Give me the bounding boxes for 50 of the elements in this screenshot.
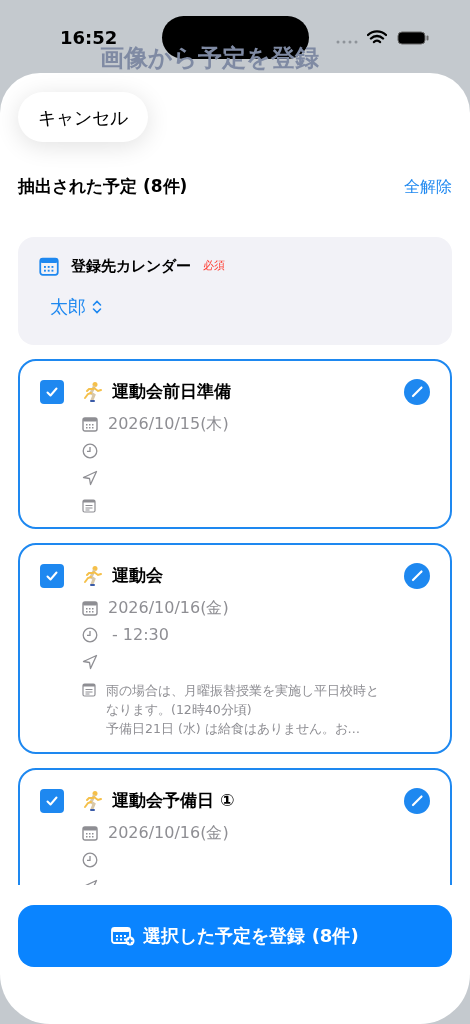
checkmark-icon	[45, 793, 59, 808]
status-time: 16:52	[60, 26, 118, 48]
event-date: 2026/10/16(金)	[108, 599, 229, 616]
clock-icon	[82, 442, 98, 459]
checkmark-icon	[45, 568, 59, 583]
chevron-up-down-icon	[92, 299, 102, 314]
calendar-icon	[82, 599, 98, 616]
battery-icon	[397, 31, 430, 45]
checkbox[interactable]	[40, 379, 64, 404]
checkmark-icon	[45, 384, 59, 399]
event-card[interactable]: 運動会予備日 ① 2026/10/16(金)	[18, 767, 452, 885]
edit-button[interactable]	[404, 787, 430, 814]
edit-button[interactable]	[404, 562, 430, 589]
event-notes: 雨の場合は、月曜振替授業を実施し平日校時となります。(12時40分頃) 予備日21日 (水) は給食はありません。お…	[106, 681, 380, 738]
calendar-add-icon	[111, 925, 136, 946]
register-button[interactable]: 選択した予定を登録 (8件)	[18, 904, 452, 967]
location-arrow-icon	[82, 469, 98, 486]
checkbox[interactable]	[40, 563, 64, 588]
event-title: 運動会予備日 ①	[112, 788, 236, 812]
pencil-icon	[410, 569, 424, 582]
runner-icon	[82, 789, 104, 812]
calendar-icon	[82, 415, 98, 432]
deselect-all-link[interactable]: 全解除	[404, 174, 452, 199]
calendar-icon	[82, 824, 98, 841]
event-date: 2026/10/15(木)	[108, 415, 229, 432]
event-time: - 12:30	[111, 626, 169, 643]
pencil-icon	[410, 794, 424, 807]
checkbox[interactable]	[40, 788, 64, 813]
notes-icon	[82, 498, 96, 513]
event-card[interactable]: 運動会前日準備 2026/10/15(木)	[18, 358, 452, 529]
runner-icon	[82, 564, 104, 587]
event-title: 運動会	[112, 563, 164, 587]
event-date: 2026/10/16(金)	[108, 824, 229, 841]
cancel-button[interactable]: キャンセル	[18, 92, 148, 142]
runner-icon	[82, 380, 104, 403]
required-tag: 必須	[203, 257, 225, 274]
location-arrow-icon	[82, 653, 98, 670]
clock-icon	[82, 626, 98, 643]
event-card[interactable]: 運動会 2026/10/16(金) - 12:30 雨の場合は、月曜振替授業を実施し平日校時となります。(12時40分頃) 予備日21日 (水) は給食はありません。お…	[18, 542, 452, 754]
wifi-icon	[367, 29, 387, 45]
clock-icon	[82, 851, 98, 868]
calendar-icon	[39, 255, 59, 276]
notes-icon	[82, 682, 96, 697]
register-label: 選択した予定を登録 (8件)	[143, 924, 359, 948]
section-title: 抽出された予定 (8件)	[18, 175, 188, 198]
edit-button[interactable]	[404, 378, 430, 405]
event-title: 運動会前日準備	[112, 379, 232, 403]
cellular-dots-icon	[336, 40, 360, 44]
pencil-icon	[410, 385, 424, 398]
calendar-label: 登録先カレンダー	[71, 255, 191, 277]
